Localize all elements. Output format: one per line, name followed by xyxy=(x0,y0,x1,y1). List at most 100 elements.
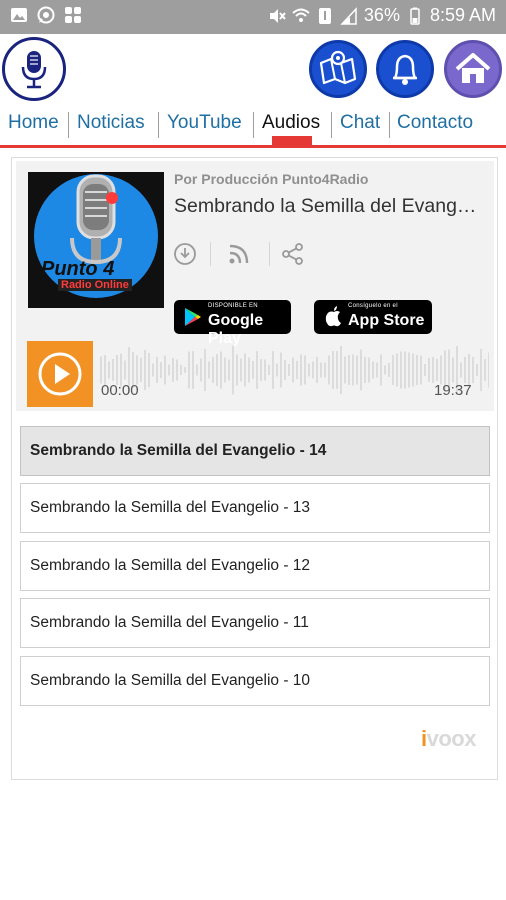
waveform-bar xyxy=(396,353,398,387)
tab-home[interactable]: Home xyxy=(8,108,59,138)
waveform-bar xyxy=(312,361,314,379)
google-play-button[interactable]: DISPONIBLE EN Google Play xyxy=(174,300,291,347)
waveform-bar xyxy=(260,359,262,381)
episode-item-label: Sembrando la Semilla del Evangelio - 11 xyxy=(30,614,309,631)
waveform-bar xyxy=(112,359,114,381)
status-left-icons xyxy=(10,6,82,24)
waveform-bar xyxy=(116,355,118,385)
waveform-bar xyxy=(308,363,310,377)
waveform-bar xyxy=(216,354,218,386)
waveform-bar xyxy=(212,357,214,383)
episode-item-11[interactable]: Sembrando la Semilla del Evangelio - 11 xyxy=(20,598,490,648)
waveform-bar xyxy=(320,362,322,378)
waveform-bar xyxy=(296,361,298,379)
notification-icon xyxy=(318,7,331,24)
waveform-bar xyxy=(412,353,414,387)
episode-title[interactable]: Sembrando la Semilla del Evangelio - 14 xyxy=(174,195,486,218)
waveform-bar xyxy=(108,361,110,379)
notifications-button[interactable] xyxy=(376,40,434,98)
clock: 8:59 AM xyxy=(429,5,496,25)
apple-icon xyxy=(325,306,341,327)
waveform-bar xyxy=(420,355,422,385)
waveform-bar xyxy=(380,354,382,386)
tab-youtube[interactable]: YouTube xyxy=(167,108,242,138)
episode-item-label: Sembrando la Semilla del Evangelio - 14 xyxy=(30,442,327,459)
wifi-icon xyxy=(292,8,310,22)
tab-chat[interactable]: Chat xyxy=(340,108,380,138)
waveform-bar xyxy=(288,364,290,376)
waveform-bar xyxy=(140,358,142,382)
waveform-bar xyxy=(376,362,378,378)
ivoox-logo-rest: voox xyxy=(426,726,477,751)
waveform-bar xyxy=(200,358,202,382)
waveform-bar xyxy=(424,364,426,376)
waveform-bar xyxy=(400,351,402,389)
podcast-author[interactable]: Por Producción Punto4Radio xyxy=(174,171,368,187)
waveform-bar xyxy=(164,355,166,385)
podcast-cover: Punto 4 Radio Online xyxy=(28,172,164,308)
cover-brand-text: Punto 4 xyxy=(41,258,115,280)
download-icon[interactable] xyxy=(173,242,197,266)
waveform-bar xyxy=(136,355,138,385)
waveform-bar xyxy=(368,357,370,383)
waveform-bar xyxy=(484,359,486,381)
waveform-bar xyxy=(476,364,478,376)
map-button[interactable] xyxy=(309,40,367,98)
app-store-button[interactable]: Consíguelo en el App Store xyxy=(314,300,432,334)
waveform-bar xyxy=(232,345,234,395)
episode-item-13[interactable]: Sembrando la Semilla del Evangelio - 13 xyxy=(20,483,490,533)
time-elapsed: 00:00 xyxy=(101,382,139,399)
waveform-bar xyxy=(196,364,198,376)
tab-contacto[interactable]: Contacto xyxy=(397,108,473,138)
waveform-bar xyxy=(328,355,330,385)
episode-item-10[interactable]: Sembrando la Semilla del Evangelio - 10 xyxy=(20,656,490,706)
microphone-logo-graphic xyxy=(21,51,47,89)
waveform-bar xyxy=(184,367,186,373)
nav-divider xyxy=(158,112,159,138)
waveform-bar xyxy=(160,362,162,378)
signal-icon xyxy=(340,6,357,25)
status-right-icons: 36% 8:59 AM xyxy=(268,5,496,26)
episode-item-12[interactable]: Sembrando la Semilla del Evangelio - 12 xyxy=(20,541,490,591)
waveform-bar xyxy=(440,355,442,385)
waveform-bar xyxy=(352,354,354,386)
waveform-bar xyxy=(168,364,170,376)
waveform-bar xyxy=(460,362,462,378)
waveform-bar xyxy=(244,353,246,387)
tab-audios[interactable]: Audios xyxy=(262,108,320,138)
waveform-bar xyxy=(100,356,102,384)
active-tab-indicator xyxy=(272,136,312,146)
waveform-bar xyxy=(268,365,270,375)
waveform-bar xyxy=(384,365,386,375)
play-icon xyxy=(38,352,82,396)
google-play-caption: DISPONIBLE EN xyxy=(208,303,258,309)
waveform-bar xyxy=(236,354,238,386)
share-icon[interactable] xyxy=(281,242,305,266)
nav-divider xyxy=(253,112,254,138)
ivoox-logo[interactable]: ivoox xyxy=(421,726,476,752)
app-store-caption: Consíguelo en el xyxy=(348,303,398,309)
episode-item-label: Sembrando la Semilla del Evangelio - 13 xyxy=(30,499,311,516)
play-button[interactable] xyxy=(27,341,93,407)
waveform-bar xyxy=(356,355,358,385)
main-navigation: Home Noticias YouTube Audios Chat Contac… xyxy=(0,104,506,148)
waveform-bar xyxy=(472,357,474,383)
rss-icon[interactable] xyxy=(227,242,251,266)
waveform-bar xyxy=(144,350,146,390)
waveform-bar xyxy=(256,351,258,389)
waveform-bar xyxy=(436,359,438,381)
waveform-bar xyxy=(480,349,482,391)
time-total: 19:37 xyxy=(434,382,472,399)
audio-waveform[interactable] xyxy=(100,341,489,407)
grid-icon xyxy=(65,7,81,23)
microphone-logo-icon[interactable] xyxy=(2,37,66,101)
waveform-bar xyxy=(488,352,489,388)
waveform-bar xyxy=(228,359,230,381)
tab-noticias[interactable]: Noticias xyxy=(77,108,145,138)
waveform-bar xyxy=(220,351,222,389)
waveform-bar xyxy=(240,358,242,382)
waveform-bar xyxy=(192,351,194,389)
home-button[interactable] xyxy=(444,40,502,98)
waveform-bar xyxy=(252,361,254,379)
episode-item-14[interactable]: Sembrando la Semilla del Evangelio - 14 xyxy=(20,426,490,476)
